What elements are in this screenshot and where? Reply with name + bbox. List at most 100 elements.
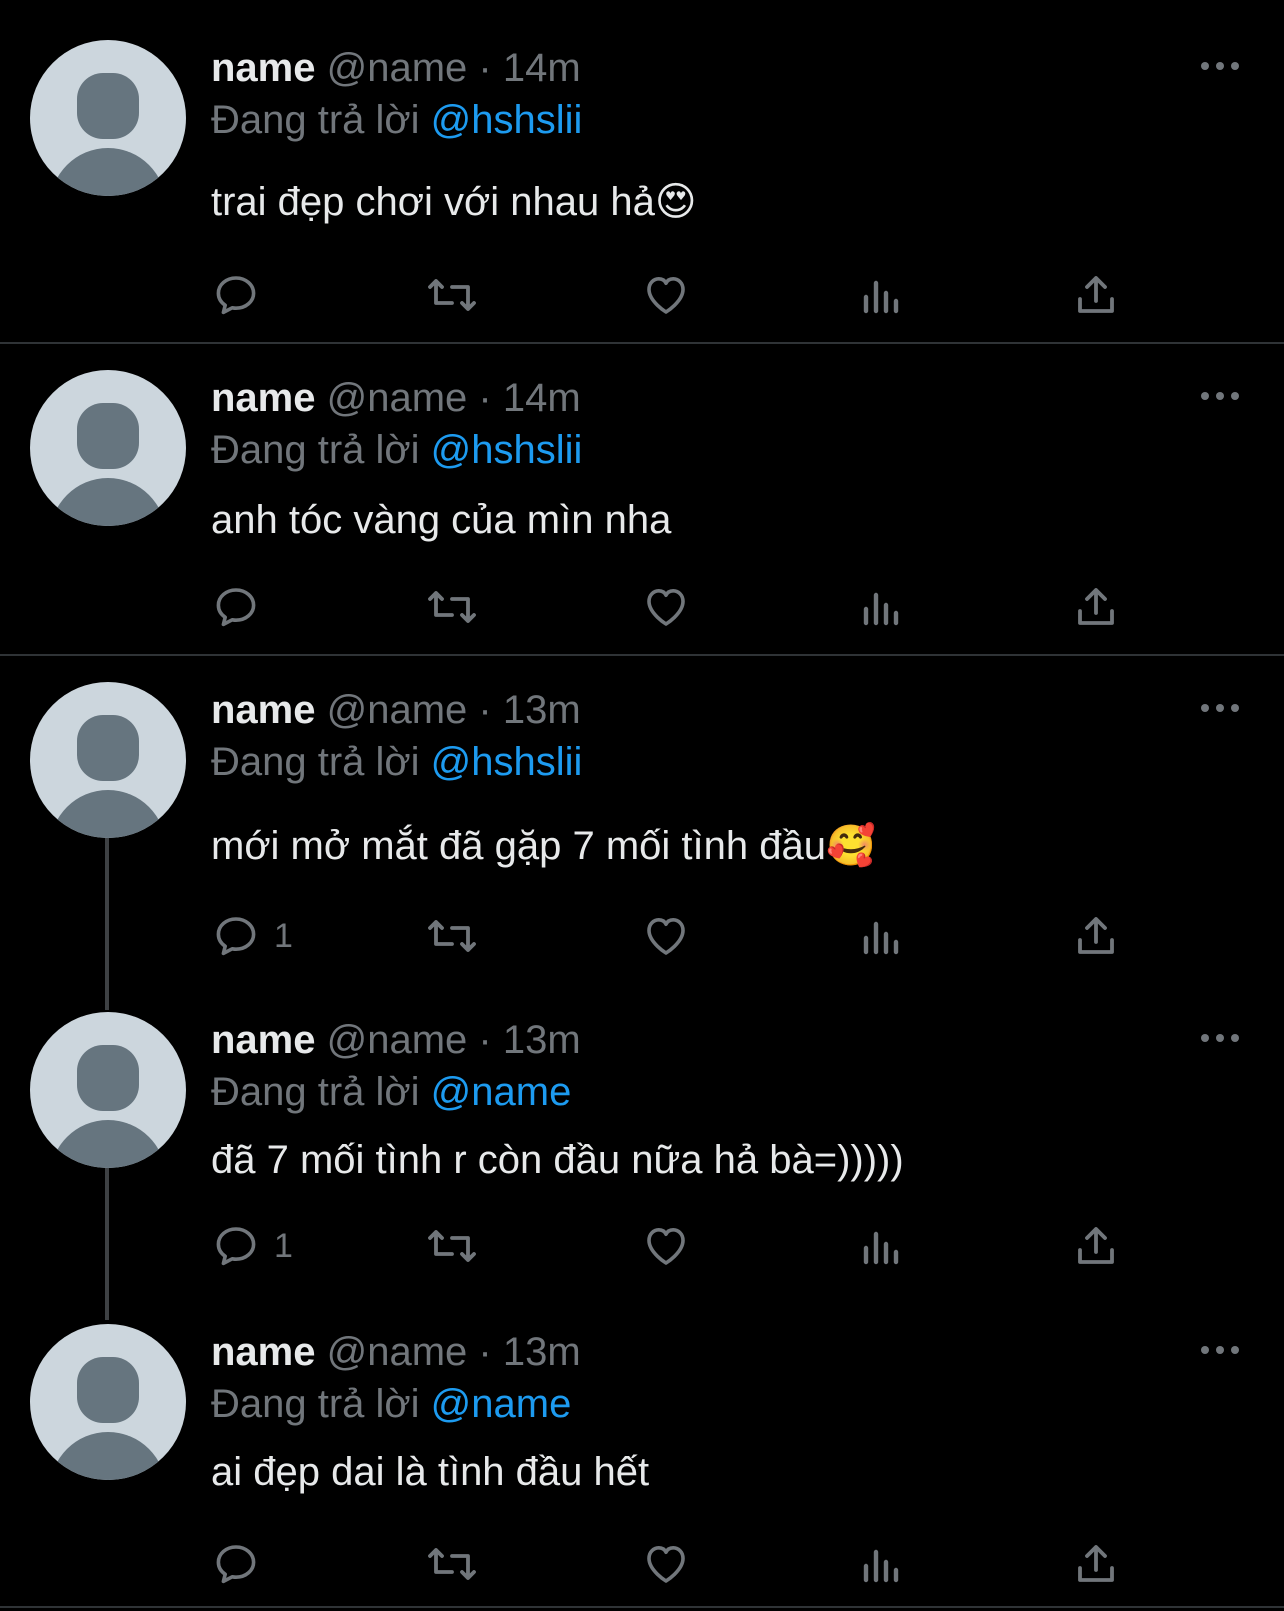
timestamp[interactable]: 13m [503, 1018, 581, 1062]
more-horizontal-icon[interactable] [1200, 1028, 1240, 1048]
mention-link[interactable]: @name [431, 1070, 572, 1114]
avatar[interactable] [30, 40, 186, 196]
more-horizontal-icon[interactable] [1200, 386, 1240, 406]
retweet-icon [428, 1548, 476, 1580]
retweet-button[interactable] [426, 1220, 478, 1272]
views-button[interactable] [858, 1220, 906, 1272]
tweet-text: anh tóc vàng của mìn nha [211, 498, 672, 542]
like-button[interactable] [642, 581, 690, 633]
retweet-icon [428, 279, 476, 311]
views-button[interactable] [858, 269, 906, 321]
user-handle[interactable]: @name [327, 46, 468, 90]
tweet-header: name @name · 14m [211, 44, 581, 92]
share-upload-icon [1078, 588, 1114, 625]
more-horizontal-icon[interactable] [1200, 56, 1240, 76]
avatar[interactable] [30, 370, 186, 526]
replying-to-line: Đang trả lời @hshslii [211, 738, 582, 786]
reply-bubble-icon [216, 1545, 256, 1584]
tweet-actions: 1 [0, 910, 1284, 962]
replying-label: Đang trả lời [211, 740, 420, 784]
views-bar-chart-icon [863, 592, 899, 626]
reply-button[interactable]: 1 [212, 1220, 293, 1272]
user-handle[interactable]: @name [327, 688, 468, 732]
views-bar-chart-icon [863, 1549, 899, 1583]
mention-link[interactable]: @hshslii [431, 98, 583, 142]
more-horizontal-icon[interactable] [1200, 1340, 1240, 1360]
tweet[interactable]: name @name · 14m Đang trả lời @hshslii t… [0, 0, 1284, 342]
like-button[interactable] [642, 1220, 690, 1272]
tweet-text: đã 7 mối tình r còn đầu nữa hả bà=))))) [211, 1138, 904, 1182]
reply-bubble-icon [216, 917, 256, 956]
replying-to-line: Đang trả lời @hshslii [211, 426, 582, 474]
mention-link[interactable]: @hshslii [431, 428, 583, 472]
tweet-header: name @name · 13m [211, 686, 581, 734]
timestamp[interactable]: 14m [503, 376, 581, 420]
reply-button[interactable] [212, 1538, 274, 1590]
retweet-button[interactable] [426, 910, 478, 962]
heart-icon [647, 1228, 685, 1265]
heart-icon [647, 277, 685, 314]
tweet[interactable]: name @name · 14m Đang trả lời @hshslii a… [0, 330, 1284, 654]
more-horizontal-icon[interactable] [1200, 698, 1240, 718]
tweet-divider [0, 1606, 1284, 1608]
retweet-button[interactable] [426, 269, 478, 321]
reply-bubble-icon [216, 276, 256, 315]
tweet-actions: 1 [0, 1220, 1284, 1272]
tweet[interactable]: name @name · 13m Đang trả lời @name ai đ… [0, 1284, 1284, 1606]
heart-icon [647, 589, 685, 626]
separator-dot: · [478, 46, 492, 90]
display-name[interactable]: name [211, 46, 316, 90]
share-button[interactable] [1072, 269, 1120, 321]
reply-count: 1 [274, 916, 293, 955]
timestamp[interactable]: 13m [503, 688, 581, 732]
avatar[interactable] [30, 1012, 186, 1168]
views-button[interactable] [858, 581, 906, 633]
heart-icon [647, 918, 685, 955]
separator-dot: · [478, 1330, 492, 1374]
reply-button[interactable]: 1 [212, 910, 293, 962]
tweet-text: trai đẹp chơi với nhau hả😍 [211, 180, 697, 224]
timestamp[interactable]: 13m [503, 1330, 581, 1374]
display-name[interactable]: name [211, 1330, 316, 1374]
reply-bubble-icon [216, 588, 256, 627]
avatar[interactable] [30, 682, 186, 838]
display-name[interactable]: name [211, 376, 316, 420]
tweet[interactable]: name @name · 13m Đang trả lời @hshslii m… [0, 642, 1284, 972]
reply-button[interactable] [212, 269, 274, 321]
like-button[interactable] [642, 269, 690, 321]
tweet-actions [0, 581, 1284, 633]
views-button[interactable] [858, 1538, 906, 1590]
display-name[interactable]: name [211, 1018, 316, 1062]
retweet-icon [428, 1230, 476, 1262]
display-name[interactable]: name [211, 688, 316, 732]
avatar[interactable] [30, 1324, 186, 1480]
share-button[interactable] [1072, 1220, 1120, 1272]
user-handle[interactable]: @name [327, 1018, 468, 1062]
heart-icon [647, 1546, 685, 1583]
user-handle[interactable]: @name [327, 1330, 468, 1374]
like-button[interactable] [642, 1538, 690, 1590]
views-button[interactable] [858, 910, 906, 962]
reply-count: 1 [274, 1226, 293, 1265]
share-upload-icon [1078, 1545, 1114, 1582]
reply-button[interactable] [212, 581, 274, 633]
tweet-actions [0, 269, 1284, 321]
retweet-button[interactable] [426, 581, 478, 633]
retweet-icon [428, 920, 476, 952]
views-bar-chart-icon [863, 280, 899, 314]
mention-link[interactable]: @hshslii [431, 740, 583, 784]
retweet-button[interactable] [426, 1538, 478, 1590]
tweet-header: name @name · 13m [211, 1328, 581, 1376]
share-button[interactable] [1072, 1538, 1120, 1590]
tweet-header: name @name · 14m [211, 374, 581, 422]
like-button[interactable] [642, 910, 690, 962]
tweet[interactable]: name @name · 13m Đang trả lời @name đã 7… [0, 972, 1284, 1284]
timestamp[interactable]: 14m [503, 46, 581, 90]
share-button[interactable] [1072, 581, 1120, 633]
replying-to-line: Đang trả lời @name [211, 1380, 571, 1428]
share-button[interactable] [1072, 910, 1120, 962]
user-handle[interactable]: @name [327, 376, 468, 420]
mention-link[interactable]: @name [431, 1382, 572, 1426]
replying-label: Đang trả lời [211, 428, 420, 472]
tweet-text: mới mở mắt đã gặp 7 mối tình đầu🥰 [211, 824, 876, 868]
